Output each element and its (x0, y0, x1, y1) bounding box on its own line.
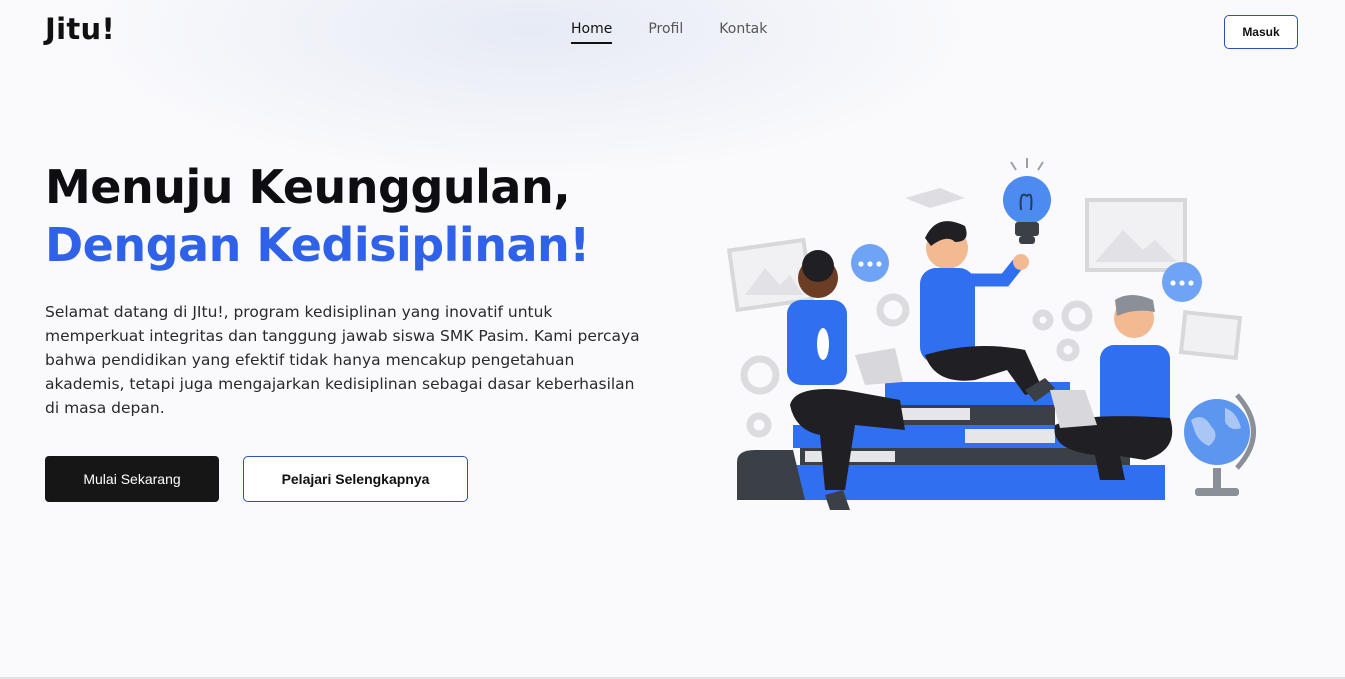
globe-icon (1184, 393, 1256, 496)
hero-title-line2: Dengan Kedisiplinan! (45, 218, 590, 272)
brand-logo[interactable]: Jitu! (45, 12, 115, 46)
login-button[interactable]: Masuk (1224, 15, 1298, 49)
lightbulb-icon (1003, 158, 1051, 244)
graduation-cap-icon (905, 188, 965, 208)
main-nav: Home Profil Kontak (571, 21, 803, 44)
student-middle (920, 221, 1055, 402)
nav-item-home[interactable]: Home (571, 21, 613, 44)
students-studying-illustration (726, 158, 1256, 510)
bag-icon (737, 450, 805, 500)
hero-title-line1: Menuju Keunggulan, (45, 160, 571, 214)
nav-item-profil[interactable]: Profil (648, 21, 683, 44)
hero-description: Selamat datang di JItu!, program kedisip… (45, 303, 640, 417)
start-now-button[interactable]: Mulai Sekarang (45, 456, 219, 502)
learn-more-button[interactable]: Pelajari Selengkapnya (243, 456, 468, 502)
nav-item-kontak[interactable]: Kontak (719, 21, 767, 44)
